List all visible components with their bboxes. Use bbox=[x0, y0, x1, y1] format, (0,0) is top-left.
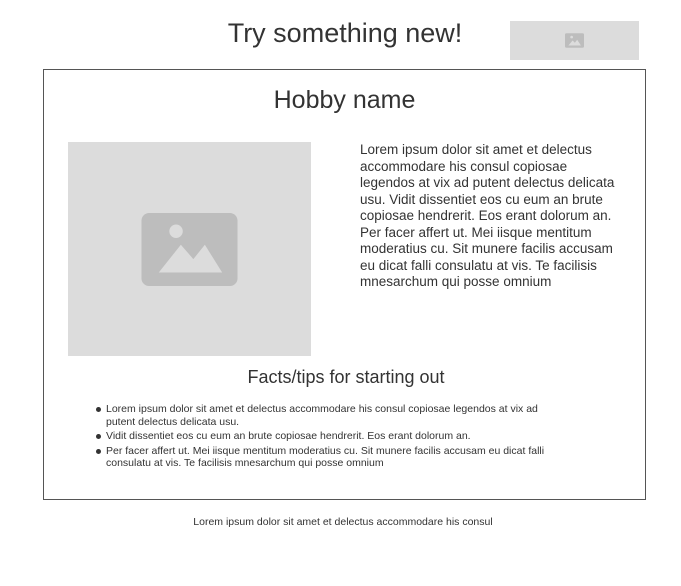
footer-text: Lorem ipsum dolor sit amet et delectus a… bbox=[193, 516, 493, 528]
hobby-description: Lorem ipsum dolor sit amet et delectus a… bbox=[360, 142, 615, 289]
list-item: Vidit dissentiet eos cu eum an brute cop… bbox=[94, 430, 554, 443]
hobby-image-placeholder bbox=[68, 142, 311, 356]
hobby-name-title: Hobby name bbox=[273, 86, 416, 114]
hobby-card: Hobby name Lorem ipsum dolor sit amet et… bbox=[43, 69, 646, 500]
image-placeholder-icon bbox=[141, 212, 238, 286]
list-item: Per facer affert ut. Mei iisque mentitum… bbox=[94, 445, 554, 470]
list-item: Lorem ipsum dolor sit amet et delectus a… bbox=[94, 403, 554, 428]
tips-list: Lorem ipsum dolor sit amet et delectus a… bbox=[94, 403, 554, 472]
facts-heading: Facts/tips for starting out bbox=[247, 367, 445, 387]
image-placeholder-icon bbox=[565, 33, 584, 48]
header-image-placeholder bbox=[510, 21, 639, 60]
